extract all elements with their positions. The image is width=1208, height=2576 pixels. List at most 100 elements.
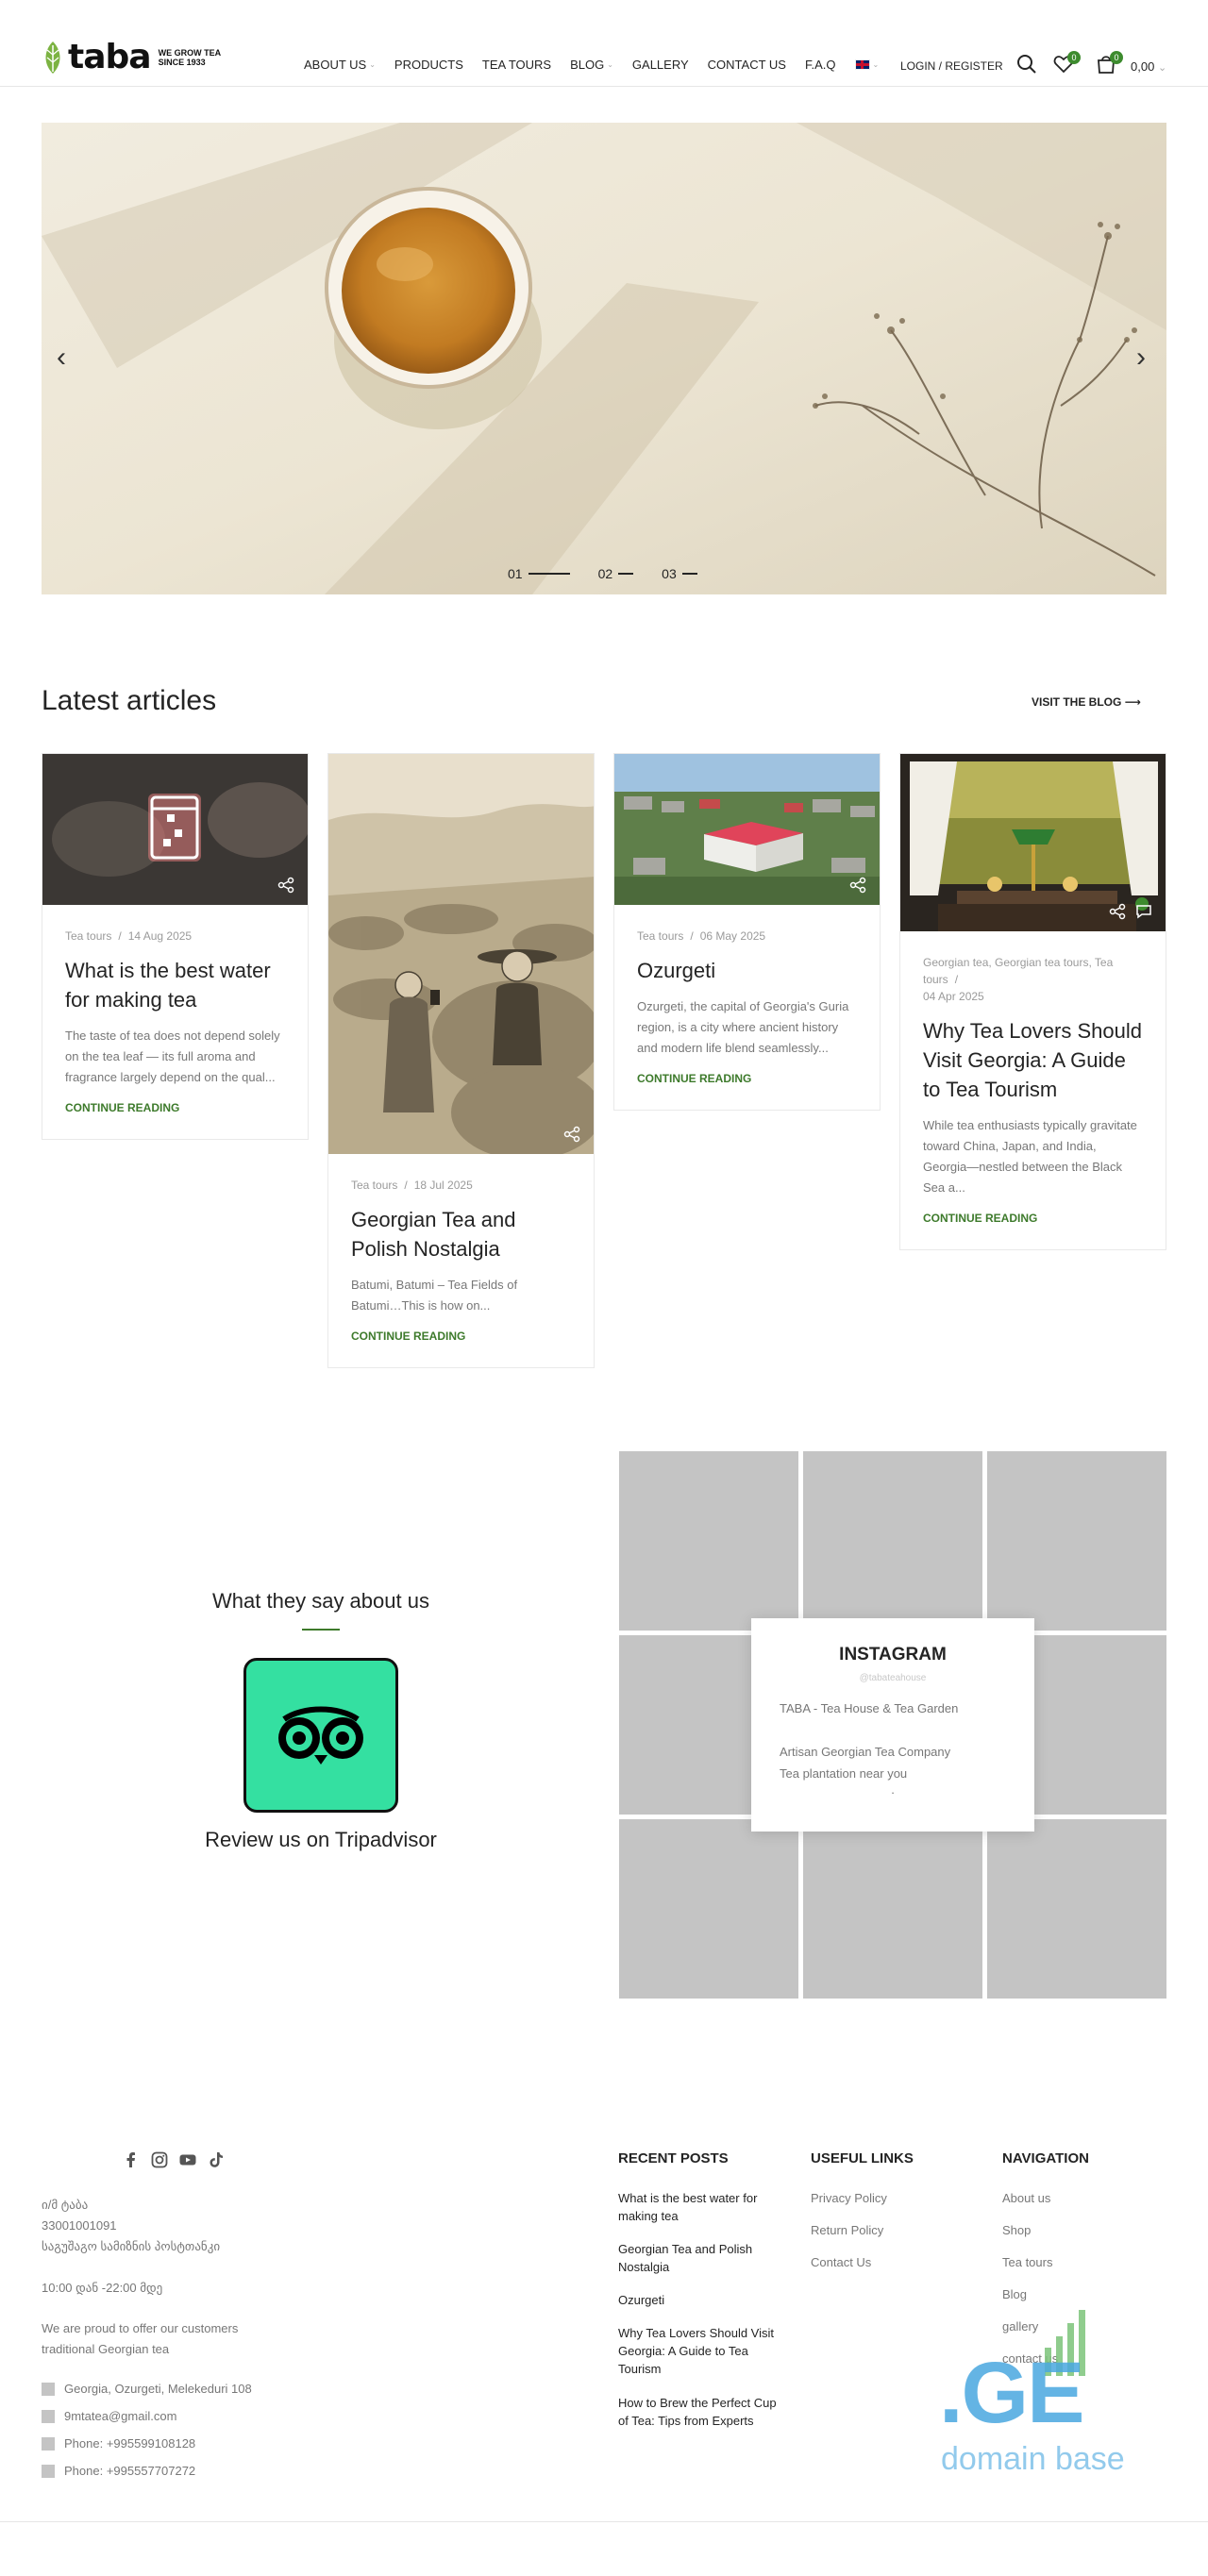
recent-post-link[interactable]: Georgian Tea and Polish Nostalgia bbox=[618, 2240, 779, 2276]
tiktok-icon[interactable] bbox=[208, 2151, 225, 2168]
article-date: 18 Jul 2025 bbox=[413, 1179, 473, 1192]
nav-products[interactable]: PRODUCTS bbox=[394, 58, 463, 72]
share-icon[interactable] bbox=[849, 877, 866, 894]
tripadvisor-badge[interactable] bbox=[243, 1658, 398, 1813]
article-date: 06 May 2025 bbox=[699, 929, 766, 943]
nav-tea-tours[interactable]: TEA TOURS bbox=[482, 58, 551, 72]
slider-pagination: 01 02 03 bbox=[508, 566, 726, 581]
article-title[interactable]: Why Tea Lovers Should Visit Georgia: A G… bbox=[923, 1016, 1143, 1104]
contact-phone-1[interactable]: Phone: +995599108128 bbox=[42, 2436, 195, 2451]
footer-nav-about[interactable]: About us bbox=[1002, 2189, 1050, 2207]
continue-reading-link[interactable]: CONTINUE READING bbox=[923, 1212, 1143, 1225]
article-category[interactable]: Tea tours bbox=[637, 929, 683, 943]
share-icon[interactable] bbox=[1109, 903, 1126, 920]
cart-total[interactable]: 0,00 ⌄ bbox=[1131, 59, 1166, 74]
company-id: 33001001091 bbox=[42, 2218, 117, 2233]
contact-us-link[interactable]: Contact Us bbox=[811, 2253, 871, 2271]
visit-blog-link[interactable]: VISIT THE BLOG ⟶ bbox=[1032, 695, 1141, 709]
article-category[interactable]: Tea tours bbox=[65, 929, 111, 943]
language-switcher[interactable]: ⌄ bbox=[854, 59, 879, 70]
recent-posts-title: RECENT POSTS bbox=[618, 2150, 729, 2166]
slide-dot-1[interactable]: 01 bbox=[508, 566, 570, 581]
nav-contact-us[interactable]: CONTACT US bbox=[708, 58, 786, 72]
nav-blog[interactable]: BLOG ⌄ bbox=[570, 58, 613, 72]
contact-phone-2[interactable]: Phone: +995557707272 bbox=[42, 2464, 195, 2478]
nav-label: GALLERY bbox=[631, 58, 689, 72]
instagram-tile[interactable] bbox=[803, 1819, 982, 1999]
hero-tea-cup-image bbox=[42, 123, 1166, 594]
article-meta: Georgian tea, Georgian tea tours, Tea to… bbox=[923, 956, 1114, 1003]
instagram-icon[interactable] bbox=[151, 2151, 168, 2168]
leaf-logo-icon bbox=[45, 42, 60, 74]
footer-about: We are proud to offer our customers trad… bbox=[42, 2318, 238, 2360]
share-icon[interactable] bbox=[277, 877, 294, 894]
article-image-tea-tourism[interactable] bbox=[900, 754, 1166, 931]
title-divider bbox=[302, 1629, 340, 1631]
continue-reading-link[interactable]: CONTINUE READING bbox=[65, 1101, 285, 1114]
footer-nav-shop[interactable]: Shop bbox=[1002, 2221, 1031, 2239]
tripadvisor-review-link[interactable]: Review us on Tripadvisor bbox=[132, 1828, 510, 1852]
instagram-tile[interactable] bbox=[619, 1819, 798, 1999]
cart-total-value: 0,00 bbox=[1131, 59, 1155, 74]
instagram-profile-card[interactable]: INSTAGRAM @tabateahouse TABA - Tea House… bbox=[751, 1618, 1034, 1832]
article-image-water[interactable] bbox=[42, 754, 308, 905]
article-image-ozurgeti[interactable] bbox=[614, 754, 880, 905]
privacy-policy-link[interactable]: Privacy Policy bbox=[811, 2189, 887, 2207]
article-meta: Tea tours/06 May 2025 bbox=[637, 929, 766, 943]
share-icon[interactable] bbox=[563, 1126, 580, 1143]
recent-post-link[interactable]: What is the best water for making tea bbox=[618, 2189, 779, 2225]
company-info: ი/მ ტაბა 33001001091 საგუშაგო სამიზნის პ… bbox=[42, 2195, 220, 2257]
instagram-tile[interactable] bbox=[803, 1451, 982, 1631]
chevron-right-icon[interactable]: › bbox=[1136, 342, 1146, 374]
email-icon bbox=[42, 2409, 55, 2423]
facebook-icon[interactable] bbox=[123, 2151, 140, 2168]
domain-base-watermark: .GE domain base bbox=[939, 2300, 1147, 2480]
nav-about-us[interactable]: ABOUT US ⌄ bbox=[304, 58, 376, 72]
article-title[interactable]: Georgian Tea and Polish Nostalgia bbox=[351, 1205, 571, 1263]
return-policy-link[interactable]: Return Policy bbox=[811, 2221, 883, 2239]
nav-faq[interactable]: F.A.Q bbox=[805, 58, 836, 72]
article-card: Georgian tea, Georgian tea tours, Tea to… bbox=[899, 753, 1166, 1250]
slide-progress-line bbox=[681, 573, 697, 575]
article-category[interactable]: Tea tours bbox=[351, 1179, 397, 1192]
watermark-domain-base: domain base bbox=[941, 2441, 1125, 2477]
instagram-tile[interactable] bbox=[987, 1819, 1166, 1999]
chevron-left-icon[interactable]: ‹ bbox=[57, 342, 66, 374]
nav-gallery[interactable]: GALLERY bbox=[632, 58, 689, 72]
article-excerpt: Ozurgeti, the capital of Georgia's Guria… bbox=[637, 999, 849, 1055]
visit-blog-label: VISIT THE BLOG bbox=[1032, 695, 1122, 709]
slide-dot-2[interactable]: 02 bbox=[598, 566, 634, 581]
site-logo[interactable]: taba WE GROW TEA SINCE 1933 bbox=[42, 40, 221, 75]
article-category[interactable]: Georgian tea, Georgian tea tours, Tea to… bbox=[923, 956, 1113, 986]
wishlist-count-badge: 0 bbox=[1067, 51, 1081, 64]
phone-icon bbox=[42, 2464, 55, 2478]
recent-post-link[interactable]: How to Brew the Perfect Cup of Tea: Tips… bbox=[618, 2394, 779, 2430]
latest-articles-title: Latest articles bbox=[42, 685, 217, 716]
instagram-tile[interactable] bbox=[619, 1451, 798, 1631]
comment-icon[interactable] bbox=[1135, 903, 1152, 920]
footer-about-line: traditional Georgian tea bbox=[42, 2342, 170, 2356]
recent-post-link[interactable]: Ozurgeti bbox=[618, 2291, 779, 2309]
recent-post-link[interactable]: Why Tea Lovers Should Visit Georgia: A G… bbox=[618, 2324, 779, 2378]
location-icon bbox=[42, 2382, 55, 2396]
continue-reading-link[interactable]: CONTINUE READING bbox=[351, 1330, 571, 1343]
continue-reading-link[interactable]: CONTINUE READING bbox=[637, 1072, 857, 1085]
hero-slider: ‹ › 01 02 03 bbox=[42, 123, 1166, 594]
search-icon[interactable] bbox=[1016, 54, 1037, 75]
youtube-icon[interactable] bbox=[179, 2151, 196, 2168]
instagram-bio: TABA - Tea House & Tea Garden Artisan Ge… bbox=[780, 1698, 1006, 1796]
article-image-polish-nostalgia[interactable] bbox=[328, 754, 594, 1154]
contact-email[interactable]: 9mtatea@gmail.com bbox=[42, 2409, 176, 2423]
instagram-tile[interactable] bbox=[987, 1451, 1166, 1631]
contact-text: Phone: +995599108128 bbox=[64, 2436, 196, 2451]
article-title[interactable]: Ozurgeti bbox=[637, 956, 857, 985]
instagram-bio-line: Tea plantation near you bbox=[780, 1766, 908, 1781]
footer-nav-tea-tours[interactable]: Tea tours bbox=[1002, 2253, 1052, 2271]
main-nav: ABOUT US ⌄ PRODUCTS TEA TOURS BLOG ⌄ GALLE… bbox=[304, 58, 898, 72]
slide-dot-3[interactable]: 03 bbox=[662, 566, 697, 581]
article-title[interactable]: What is the best water for making tea bbox=[65, 956, 285, 1014]
phone-icon bbox=[42, 2436, 55, 2451]
instagram-bio-line: Artisan Georgian Tea Company bbox=[780, 1745, 951, 1759]
instagram-bio-dot: . bbox=[891, 1782, 895, 1797]
login-register-link[interactable]: LOGIN / REGISTER bbox=[900, 59, 1003, 73]
